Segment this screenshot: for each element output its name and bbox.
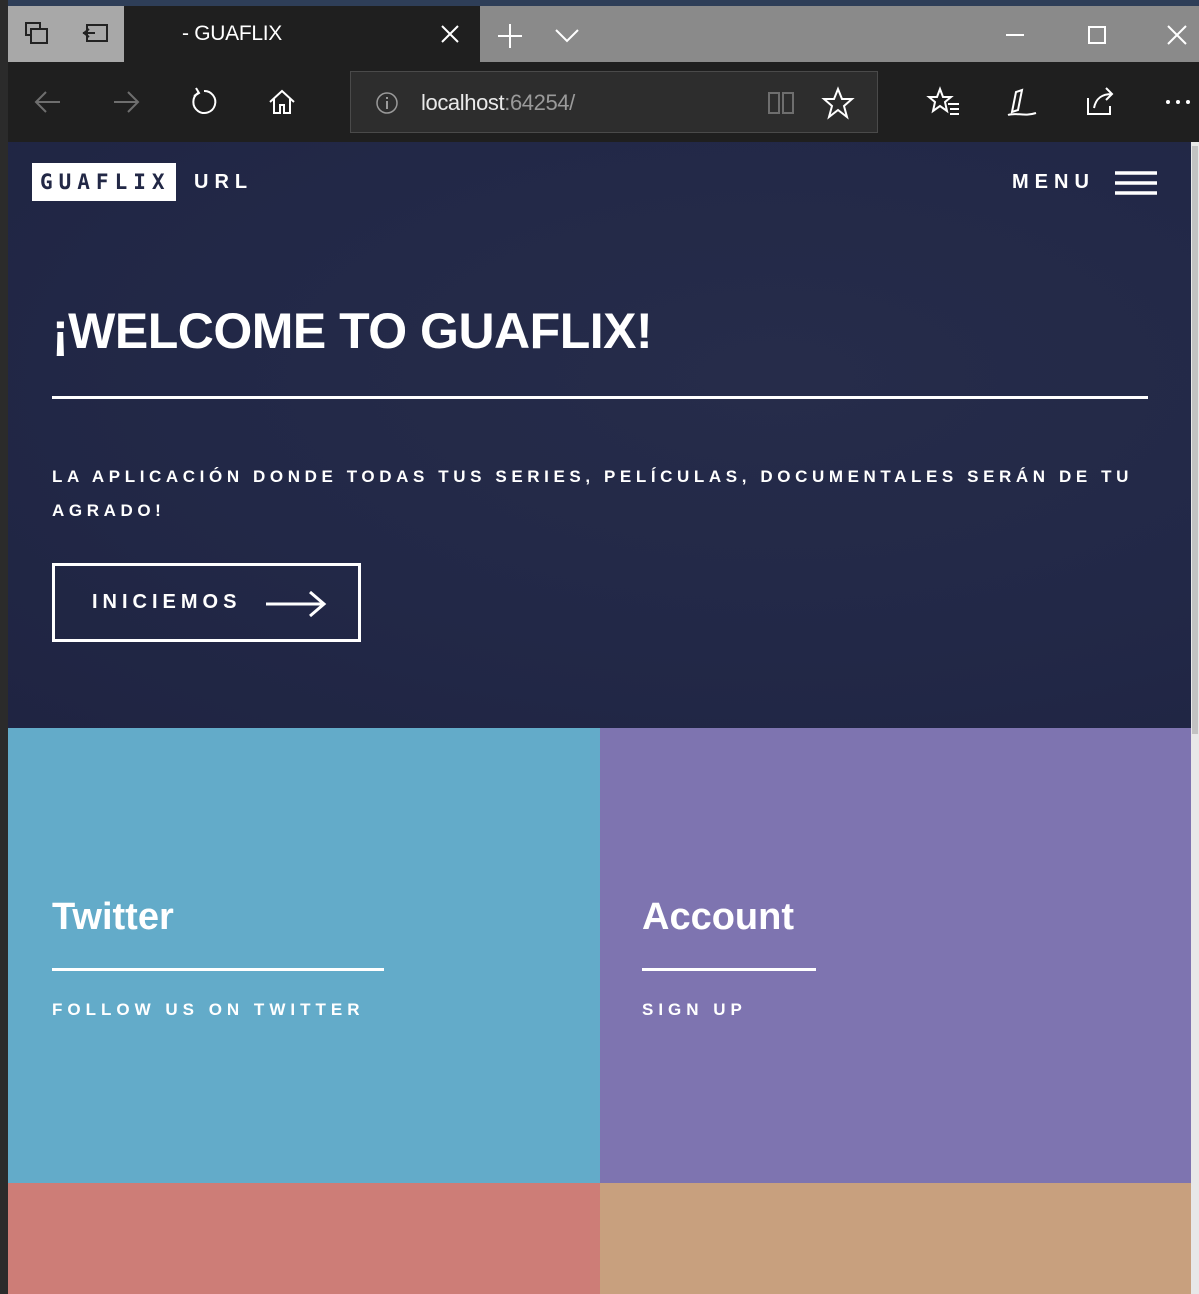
tile-divider	[52, 968, 384, 971]
forward-arrow-icon[interactable]	[108, 84, 144, 120]
site-logo[interactable]: GUAFLIX	[32, 163, 176, 201]
favorite-star-icon[interactable]	[821, 86, 855, 120]
hero-subtitle: LA APLICACIÓN DONDE TODAS TUS SERIES, PE…	[52, 467, 1134, 520]
follow-twitter-link[interactable]: FOLLOW US ON TWITTER	[52, 1000, 364, 1020]
favorites-hub-icon[interactable]	[926, 84, 962, 120]
hero-divider	[52, 396, 1148, 399]
address-port: :64254/	[504, 90, 575, 115]
back-arrow-icon[interactable]	[30, 84, 66, 120]
set-aside-tabs-icon[interactable]	[8, 6, 66, 62]
tile-title: Account	[642, 896, 794, 938]
scrollbar-thumb[interactable]	[1192, 146, 1198, 734]
tab-title: - GUAFLIX	[182, 22, 282, 45]
menu-button[interactable]: MENU	[1012, 171, 1095, 194]
url-link[interactable]: URL	[194, 171, 253, 194]
page-viewport: GUAFLIX URL MENU ¡WELCOME TO GUAFLIX! LA…	[8, 142, 1191, 1294]
reading-view-icon[interactable]	[765, 88, 797, 118]
refresh-icon[interactable]	[186, 84, 222, 120]
sign-up-link[interactable]: SIGN UP	[642, 1000, 747, 1020]
address-bar[interactable]: localhost:64254/	[350, 71, 878, 133]
web-notes-icon[interactable]	[1004, 84, 1040, 120]
address-url[interactable]: localhost:64254/	[421, 90, 575, 116]
tab-preview-icon[interactable]	[66, 6, 124, 62]
hamburger-menu-icon[interactable]	[1114, 170, 1158, 196]
chevron-down-icon[interactable]	[552, 22, 582, 48]
tile-divider	[642, 968, 816, 971]
account-tile[interactable]: Account SIGN UP	[600, 728, 1191, 1183]
address-host: localhost	[421, 90, 505, 115]
iniciemos-button[interactable]: INICIEMOS	[52, 563, 361, 642]
maximize-icon[interactable]	[1082, 20, 1112, 50]
close-icon[interactable]	[1162, 20, 1192, 50]
more-icon[interactable]	[1160, 84, 1196, 120]
tab-actions	[8, 6, 124, 62]
arrow-right-icon	[266, 590, 327, 618]
page-scrollbar[interactable]	[1191, 142, 1199, 1294]
info-icon[interactable]	[375, 91, 399, 115]
twitter-tile[interactable]: Twitter FOLLOW US ON TWITTER	[8, 728, 600, 1183]
hero-section: GUAFLIX URL MENU ¡WELCOME TO GUAFLIX! LA…	[8, 142, 1191, 728]
new-tab-icon[interactable]	[494, 20, 526, 52]
hero-title: ¡WELCOME TO GUAFLIX!	[52, 303, 653, 359]
tile-tan[interactable]	[600, 1183, 1191, 1294]
cta-label: INICIEMOS	[92, 591, 242, 613]
tile-title: Twitter	[52, 896, 174, 938]
tile-red[interactable]	[8, 1183, 600, 1294]
window-frame-left	[0, 0, 8, 1294]
share-icon[interactable]	[1082, 84, 1118, 120]
home-icon[interactable]	[264, 84, 300, 120]
browser-toolbar: localhost:64254/	[8, 62, 1199, 142]
minimize-icon[interactable]	[1000, 20, 1030, 50]
close-tab-icon[interactable]	[438, 22, 462, 46]
active-tab[interactable]: - GUAFLIX	[124, 6, 480, 62]
